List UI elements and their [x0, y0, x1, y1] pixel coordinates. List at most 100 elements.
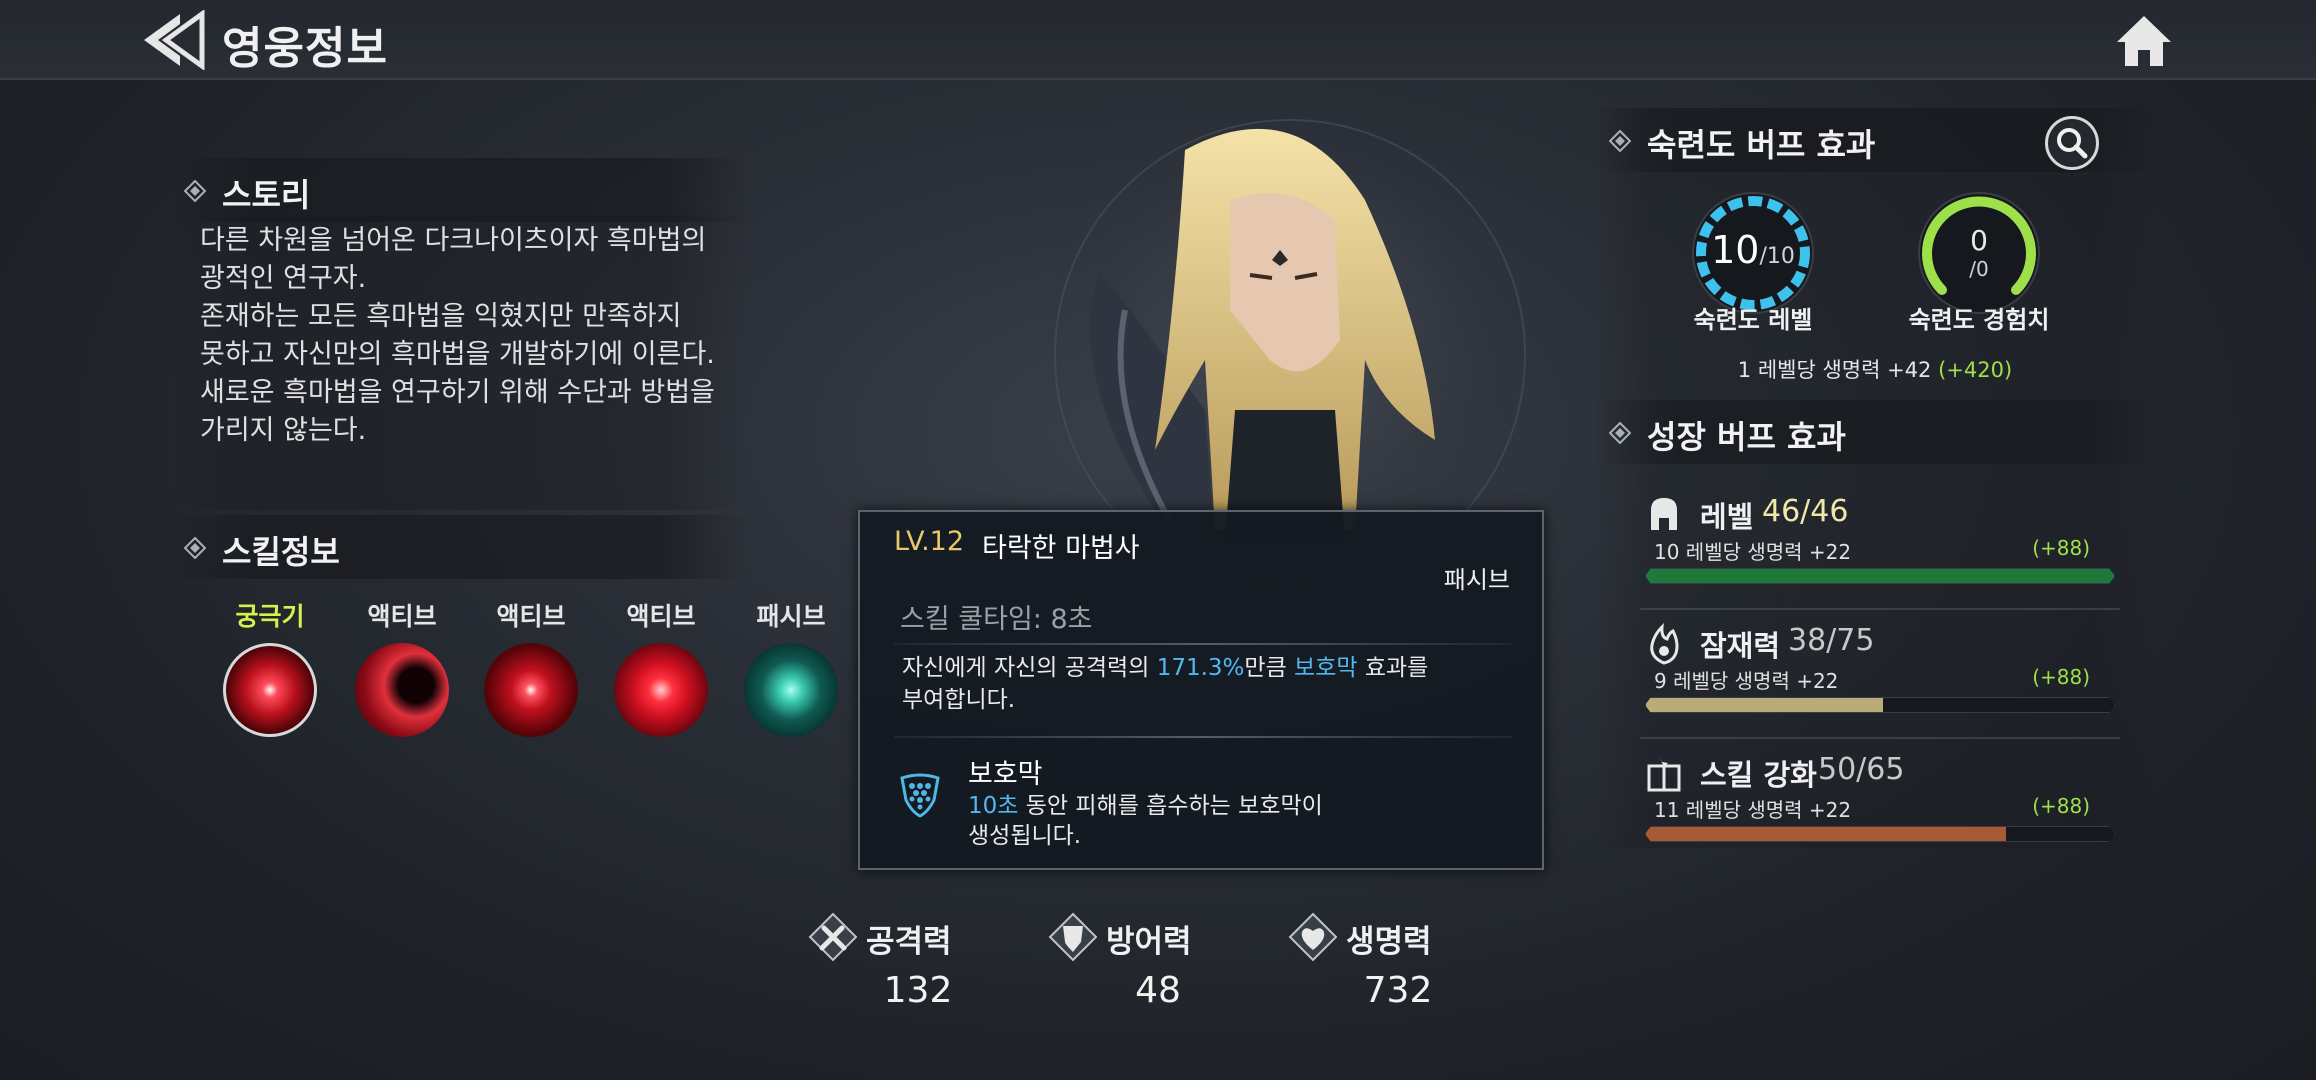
search-button[interactable]	[2045, 116, 2099, 170]
skill-tooltip: LV.12 타락한 마법사 패시브 스킬 쿨타임: 8초 자신에게 자신의 공격…	[858, 510, 1544, 870]
mastery-title: 숙련도 버프 효과	[1647, 126, 1876, 164]
passive-skill-icon[interactable]	[744, 643, 838, 737]
skill-type-label: 액티브	[496, 602, 566, 631]
stat-name: 생명력	[1346, 924, 1432, 960]
mastery-level-label: 숙련도 레벨	[1693, 306, 1813, 334]
growth-name: 레벨	[1700, 500, 1754, 534]
desc-highlight: 보호막	[1294, 655, 1358, 681]
skill-name: 타락한 마법사	[982, 533, 1140, 564]
growth-name: 스킬 강화	[1700, 758, 1817, 792]
growth-plus: (+88)	[2032, 794, 2090, 818]
effect-text: 동안 피해를 흡수하는 보호막이	[1018, 793, 1323, 819]
effect-highlight: 10초	[968, 793, 1019, 819]
growth-progress-bar	[1645, 826, 2115, 842]
growth-sub: 10 레벨당 생명력 +22	[1654, 540, 1852, 564]
mastery-exp-max: /0	[1969, 257, 1989, 281]
mastery-bonus-total: (+420)	[1938, 358, 2013, 382]
growth-value: 46/46	[1762, 494, 1849, 529]
effect-title: 보호막	[968, 759, 1043, 790]
skill-type-label: 액티브	[367, 602, 437, 631]
skill-slot-ultimate: 궁극기	[215, 597, 325, 737]
home-button[interactable]	[2115, 14, 2173, 68]
page-title: 영웅정보	[222, 23, 388, 74]
divider	[1640, 608, 2120, 610]
defense-icon	[1048, 912, 1098, 962]
book-icon	[1647, 756, 1681, 792]
skill-slot-active-3: 액티브	[606, 597, 716, 737]
divider	[894, 736, 1512, 738]
growth-progress-bar	[1645, 697, 2115, 713]
desc-highlight: 171.3%	[1156, 655, 1245, 681]
flame-icon	[1650, 623, 1679, 665]
skill-level: LV.12	[894, 526, 965, 557]
story-line: 못하고 자신만의 흑마법을 개발하기에 이른다.	[200, 339, 715, 370]
desc-text: 만큼	[1244, 655, 1295, 681]
growth-progress-fill	[1646, 569, 2114, 583]
growth-progress-fill	[1646, 698, 1883, 712]
diamond-bullet-icon	[184, 180, 206, 202]
skill-slot-passive: 패시브	[736, 597, 846, 737]
skill-cooldown: 스킬 쿨타임: 8초	[900, 604, 1093, 635]
growth-sub: 9 레벨당 생명력 +22	[1654, 669, 1839, 693]
divider	[894, 643, 1512, 645]
mastery-bonus: 1 레벨당 생명력 +42 (+420)	[1595, 354, 2155, 384]
story-line: 새로운 흑마법을 연구하기 위해 수단과 방법을	[200, 377, 715, 408]
back-button[interactable]	[140, 9, 210, 71]
growth-value: 50/65	[1818, 752, 1905, 787]
gauge-value: 10/10	[1688, 228, 1818, 272]
growth-title: 성장 버프 효과	[1647, 418, 1846, 456]
story-header: 스토리	[170, 158, 750, 222]
story-line: 가리지 않는다.	[200, 415, 367, 446]
shield-icon	[900, 773, 940, 818]
stat-name: 방어력	[1106, 924, 1192, 960]
diamond-bullet-icon	[1609, 422, 1631, 444]
skill-kind: 패시브	[1443, 566, 1510, 594]
skill-info-header: 스킬정보	[170, 515, 750, 579]
stat-value: 132	[883, 970, 953, 1011]
double-chevron-left-icon	[144, 9, 205, 71]
mastery-level-gauge: 10/10	[1688, 188, 1818, 318]
divider	[1640, 737, 2120, 739]
mastery-exp-gauge: 0 /0	[1914, 188, 2044, 318]
diamond-bullet-icon	[1609, 130, 1631, 152]
effect-text: 생성됩니다.	[968, 823, 1082, 849]
mastery-level-value: 10	[1711, 228, 1760, 272]
stat-name: 공격력	[866, 924, 952, 960]
growth-plus: (+88)	[2032, 665, 2090, 689]
skill-slot-active-2: 액티브	[476, 597, 586, 737]
desc-text: 부여합니다.	[902, 687, 1016, 713]
growth-header: 성장 버프 효과	[1595, 400, 2155, 464]
story-line: 광적인 연구자.	[200, 263, 367, 294]
ultimate-skill-icon[interactable]	[223, 643, 317, 737]
growth-level-row: 레벨 46/46 10 레벨당 생명력 +22 (+88)	[1640, 484, 2120, 612]
growth-plus: (+88)	[2032, 536, 2090, 560]
search-icon	[2057, 128, 2088, 159]
attack-icon	[808, 912, 858, 962]
diamond-bullet-icon	[184, 537, 206, 559]
effect-description: 10초 동안 피해를 흡수하는 보호막이 생성됩니다.	[968, 791, 1323, 851]
skill-slot-active-1: 액티브	[347, 597, 457, 737]
skill-info-title: 스킬정보	[222, 533, 340, 571]
story-title: 스토리	[222, 176, 311, 214]
helmet-icon	[1651, 498, 1677, 530]
skill-type-label: 궁극기	[235, 602, 305, 631]
desc-text: 자신에게 자신의 공격력의	[902, 655, 1157, 681]
gauge-value: 0 /0	[1914, 224, 2044, 281]
mastery-exp-value: 0	[1970, 224, 1988, 257]
active-skill-1-icon[interactable]	[355, 643, 449, 737]
mastery-level-max: /10	[1759, 244, 1795, 269]
story-line: 존재하는 모든 흑마법을 익혔지만 만족하지	[200, 301, 682, 332]
active-skill-2-icon[interactable]	[484, 643, 578, 737]
skill-type-label: 액티브	[626, 602, 696, 631]
growth-potential-row: 잠재력 38/75 9 레벨당 생명력 +22 (+88)	[1640, 613, 2120, 741]
growth-progress-fill	[1646, 827, 2006, 841]
story-text: 다른 차원을 넘어온 다크나이츠이자 흑마법의 광적인 연구자. 존재하는 모든…	[200, 222, 760, 450]
growth-name: 잠재력	[1700, 629, 1781, 663]
active-skill-3-icon[interactable]	[614, 643, 708, 737]
story-line: 다른 차원을 넘어온 다크나이츠이자 흑마법의	[200, 225, 707, 256]
growth-progress-bar	[1645, 568, 2115, 584]
desc-text: 효과를	[1357, 655, 1429, 681]
health-icon	[1288, 912, 1338, 962]
mastery-bonus-text: 1 레벨당 생명력 +42	[1737, 358, 1932, 382]
home-icon	[2117, 16, 2171, 66]
